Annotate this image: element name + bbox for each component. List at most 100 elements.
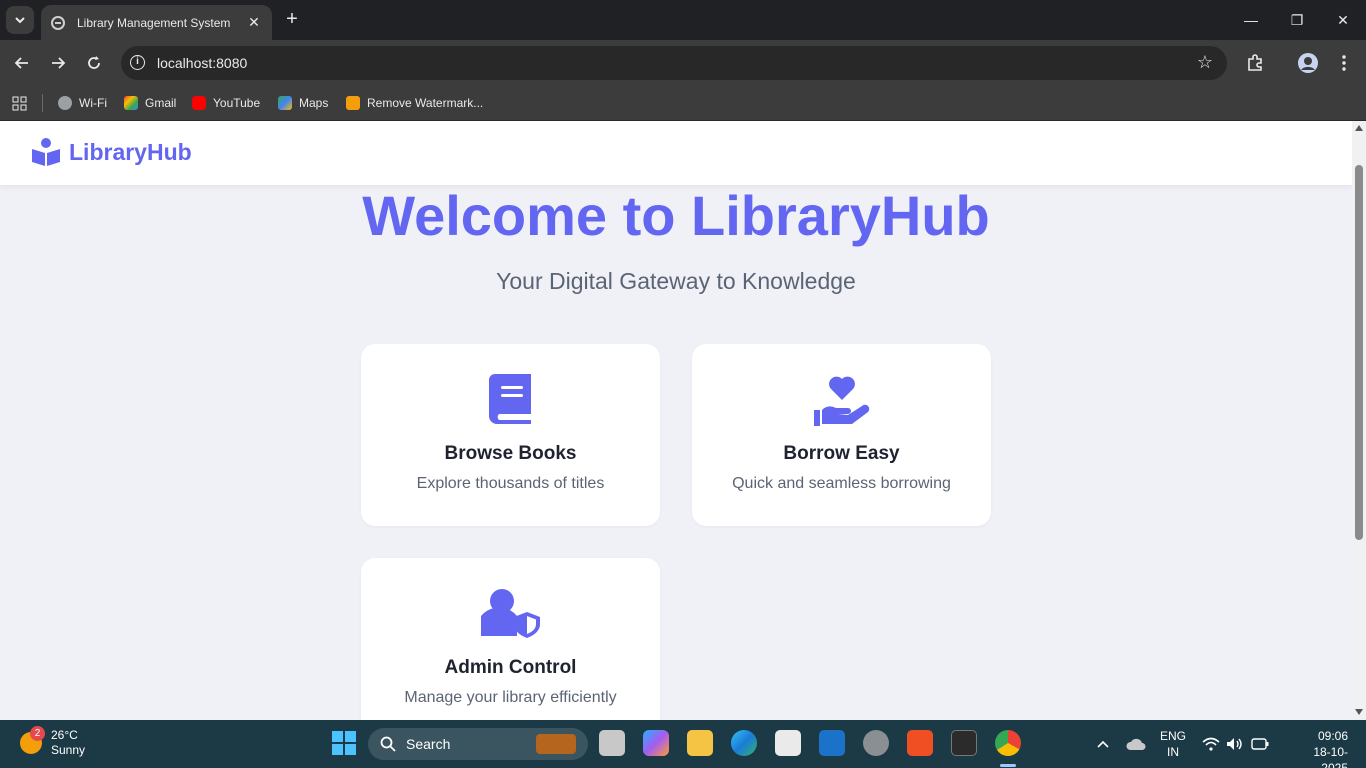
scroll-down-arrow-icon[interactable] — [1355, 709, 1363, 715]
microsoft-store-icon[interactable] — [775, 730, 801, 756]
windows-taskbar: 2 26°C Sunny Search ENG IN 09:06 18-10-2… — [0, 720, 1366, 768]
brand-logo[interactable]: LibraryHub — [31, 137, 192, 167]
globe-icon — [58, 96, 72, 110]
sun-icon: 2 — [20, 726, 45, 754]
brand-name: LibraryHub — [69, 138, 192, 165]
page-viewport: LibraryHub Welcome to LibraryHub Your Di… — [0, 121, 1352, 720]
minimize-button[interactable]: — — [1228, 0, 1274, 40]
puzzle-icon — [1248, 54, 1262, 71]
system-clock[interactable]: 09:06 18-10-2025 — [1298, 728, 1348, 768]
menu-button[interactable] — [1332, 51, 1356, 75]
bookmarks-bar: Wi-Fi Gmail YouTube Maps Remove Watermar… — [0, 86, 1366, 121]
bookmarks-divider — [42, 94, 43, 112]
book-icon — [488, 374, 531, 424]
search-highlight-icon — [536, 734, 576, 754]
windows-logo-icon — [332, 731, 356, 755]
show-hidden-icons-button[interactable] — [1096, 720, 1110, 768]
start-button[interactable] — [331, 730, 357, 756]
bookmark-label: YouTube — [213, 96, 261, 110]
youtube-icon — [192, 96, 206, 110]
bookmark-label: Gmail — [145, 96, 177, 110]
search-label: Search — [406, 736, 451, 752]
gmail-icon — [124, 96, 138, 110]
bookmark-remove-watermark[interactable]: Remove Watermark... — [346, 92, 483, 114]
task-view-icon[interactable] — [599, 730, 625, 756]
notification-badge: 2 — [30, 726, 45, 741]
region: IN — [1167, 745, 1179, 759]
reader-icon — [32, 138, 60, 166]
volume-icon[interactable] — [1226, 720, 1244, 768]
chrome-browser-icon[interactable] — [995, 730, 1021, 756]
scroll-up-arrow-icon[interactable] — [1355, 125, 1363, 131]
page-scrollbar[interactable] — [1352, 121, 1366, 720]
hero-title: Welcome to LibraryHub — [362, 184, 990, 247]
chevron-up-icon — [1097, 740, 1109, 748]
active-app-indicator — [1000, 764, 1016, 767]
card-description: Explore thousands of titles — [416, 475, 605, 492]
bookmark-star-icon[interactable]: ☆ — [1197, 52, 1213, 73]
bookmark-wifi[interactable]: Wi-Fi — [58, 92, 107, 114]
card-description: Manage your library efficiently — [404, 689, 617, 706]
card-title: Browse Books — [444, 443, 577, 464]
profile-button[interactable] — [1296, 51, 1320, 75]
language-indicator[interactable]: ENG IN — [1160, 720, 1186, 768]
clock-date: 18-10-2025 — [1313, 745, 1348, 768]
maps-icon — [278, 96, 292, 110]
apps-grid-icon — [12, 96, 27, 110]
address-bar[interactable]: i localhost:8080 ☆ — [121, 46, 1227, 80]
scrollbar-thumb[interactable] — [1355, 165, 1363, 540]
forward-button[interactable] — [46, 51, 70, 75]
settings-gear-icon[interactable] — [863, 730, 889, 756]
new-tab-button[interactable]: + — [282, 9, 302, 29]
arrow-left-icon — [14, 57, 28, 69]
globe-icon — [51, 15, 65, 30]
reload-icon — [88, 56, 100, 69]
feature-card-admin-control[interactable]: Admin Control Manage your library effici… — [361, 558, 660, 720]
bookmark-label: Wi-Fi — [79, 96, 107, 110]
battery-icon[interactable] — [1251, 720, 1269, 768]
temperature: 26°C — [51, 728, 78, 742]
file-explorer-icon[interactable] — [687, 730, 713, 756]
restore-button[interactable]: ❐ — [1274, 0, 1320, 40]
edge-browser-icon[interactable] — [731, 730, 757, 756]
bookmark-label: Maps — [299, 96, 329, 110]
taskbar-search[interactable]: Search — [368, 728, 588, 760]
arrow-right-icon — [52, 57, 66, 69]
tab-title: Library Management System — [77, 15, 231, 30]
site-info-icon[interactable]: i — [130, 55, 145, 70]
onedrive-icon[interactable] — [1126, 720, 1146, 768]
language: ENG — [1160, 729, 1187, 743]
tab-close-icon[interactable]: ✕ — [246, 14, 262, 31]
bookmark-youtube[interactable]: YouTube — [192, 92, 260, 114]
tab-search-button[interactable] — [6, 6, 34, 34]
brave-browser-icon[interactable] — [907, 730, 933, 756]
hero-subtitle: Your Digital Gateway to Knowledge — [496, 268, 856, 294]
reload-button[interactable] — [82, 51, 106, 75]
weather-condition: Sunny — [51, 743, 86, 757]
clock-time: 09:06 — [1317, 729, 1348, 743]
close-window-button[interactable]: ✕ — [1320, 0, 1366, 40]
back-button[interactable] — [10, 51, 34, 75]
chevron-down-icon — [15, 17, 25, 24]
hand-heart-icon — [813, 376, 869, 426]
browser-tab[interactable]: Library Management System ✕ — [41, 5, 272, 40]
apps-button[interactable] — [12, 92, 27, 114]
url-text[interactable]: localhost:8080 — [157, 55, 247, 71]
tab-strip: Library Management System ✕ + — ❐ ✕ — [0, 0, 1366, 40]
card-title: Admin Control — [444, 657, 577, 678]
extensions-button[interactable] — [1243, 51, 1267, 75]
watermark-icon — [346, 96, 360, 110]
feature-card-borrow-easy[interactable]: Borrow Easy Quick and seamless borrowing — [692, 344, 991, 526]
feature-card-browse-books[interactable]: Browse Books Explore thousands of titles — [361, 344, 660, 526]
bookmark-gmail[interactable]: Gmail — [124, 92, 176, 114]
copilot-icon[interactable] — [643, 730, 669, 756]
avatar-icon — [1298, 53, 1318, 73]
bookmark-label: Remove Watermark... — [367, 96, 484, 110]
user-shield-icon — [480, 589, 540, 638]
weather-widget[interactable]: 2 26°C Sunny — [20, 726, 86, 758]
wifi-icon[interactable] — [1202, 720, 1220, 768]
outlook-icon[interactable] — [819, 730, 845, 756]
bookmark-maps[interactable]: Maps — [278, 92, 328, 114]
search-icon — [380, 736, 396, 752]
terminal-icon[interactable] — [951, 730, 977, 756]
